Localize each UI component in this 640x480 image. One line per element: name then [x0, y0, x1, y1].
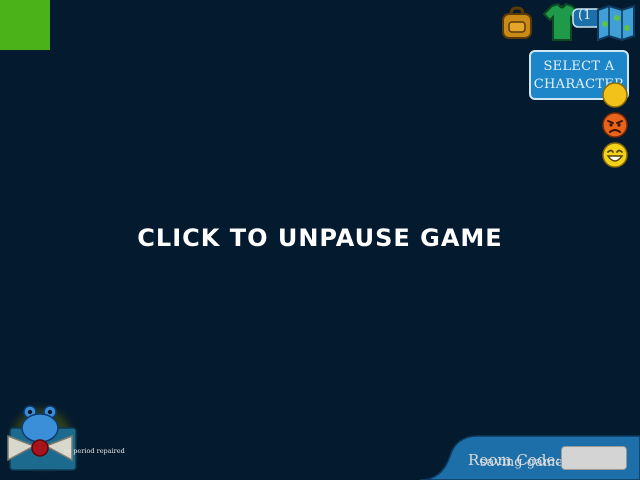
player-status-text: se period repaired	[64, 447, 125, 455]
frog-bowtie-icon	[4, 400, 80, 476]
map-icon[interactable]	[596, 4, 636, 42]
saving-game-text: saving game	[480, 455, 563, 470]
happy-emote-icon[interactable]	[602, 82, 628, 108]
clock-text: (1	[578, 8, 592, 23]
unpause-message[interactable]: CLICK TO UNPAUSE GAME	[0, 224, 640, 252]
top-toolbar: (1	[498, 2, 640, 44]
laughing-emote-icon[interactable]	[602, 142, 628, 168]
backpack-icon[interactable]	[500, 6, 534, 40]
angry-emote-icon[interactable]	[602, 112, 628, 138]
corner-green-block	[0, 0, 50, 50]
room-code-input[interactable]	[561, 446, 627, 470]
player-avatar[interactable]	[4, 398, 82, 476]
select-character-line1: SELECT A	[543, 59, 615, 74]
